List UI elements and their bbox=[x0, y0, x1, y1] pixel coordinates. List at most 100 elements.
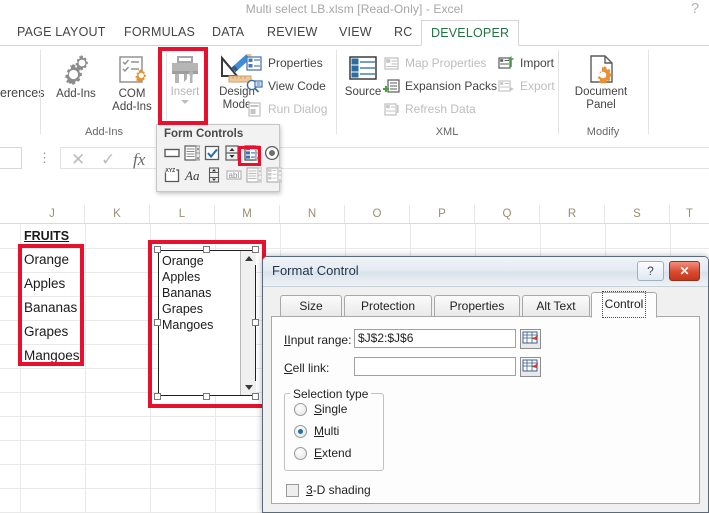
resize-handle-e[interactable] bbox=[252, 319, 259, 326]
scroll-bar-icon[interactable] bbox=[206, 167, 222, 183]
expansion-packs-button[interactable]: Expansion Packs bbox=[383, 77, 497, 96]
svg-text:abl: abl bbox=[229, 171, 240, 180]
multi-radio[interactable] bbox=[294, 425, 307, 438]
tab-rc[interactable]: RC bbox=[385, 20, 421, 46]
col-header-K[interactable]: K bbox=[85, 205, 150, 223]
combo-drop-down-edit-icon[interactable] bbox=[266, 167, 283, 183]
tab-review[interactable]: REVIEW bbox=[258, 20, 327, 46]
col-header-P[interactable]: P bbox=[410, 205, 475, 223]
single-radio-label[interactable]: Single bbox=[314, 402, 347, 416]
cell-J5[interactable]: Grapes bbox=[21, 320, 85, 344]
dialog-title-bar[interactable]: Format Control ? ✕ bbox=[263, 257, 708, 287]
resize-handle-se[interactable] bbox=[252, 393, 259, 400]
col-header-M[interactable]: M bbox=[215, 205, 280, 223]
cell-link-input[interactable] bbox=[354, 357, 516, 376]
dialog-help-button[interactable]: ? bbox=[637, 261, 664, 281]
col-header-R[interactable]: R bbox=[540, 205, 605, 223]
add-ins-button[interactable]: Add-Ins bbox=[48, 54, 104, 101]
three-d-shading-label[interactable]: 3-D shading bbox=[306, 483, 371, 497]
name-box[interactable] bbox=[0, 147, 22, 169]
cell-J3[interactable]: Apples bbox=[21, 272, 85, 296]
dialog-close-button[interactable]: ✕ bbox=[669, 261, 700, 281]
help-icon[interactable]: ? bbox=[687, 1, 703, 17]
window-title: Multi select LB.xlsm [Read-Only] - Excel bbox=[245, 2, 464, 16]
single-radio[interactable] bbox=[294, 403, 307, 416]
cell-J2[interactable]: Orange bbox=[21, 248, 85, 272]
resize-handle-w[interactable] bbox=[154, 319, 161, 326]
input-range-input[interactable]: $J$2:$J$6 bbox=[354, 329, 516, 348]
spin-button-icon[interactable] bbox=[224, 145, 240, 161]
chevron-down-icon[interactable] bbox=[181, 100, 189, 104]
format-control-dialog[interactable]: Format Control ? ✕ Size Protection Prope… bbox=[262, 256, 709, 513]
text-field-icon[interactable]: abl bbox=[226, 167, 242, 183]
dialog-body: Size Protection Properties Alt Text Cont… bbox=[263, 287, 708, 512]
view-code-button[interactable]: View Code bbox=[246, 77, 326, 96]
cancel-icon[interactable]: ✕ bbox=[71, 150, 85, 170]
tab-formulas[interactable]: FORMULAS bbox=[115, 20, 204, 46]
enter-icon[interactable]: ✓ bbox=[101, 150, 115, 170]
tab-data[interactable]: DATA bbox=[203, 20, 253, 46]
tab-page-layout[interactable]: PAGE LAYOUT bbox=[8, 20, 115, 46]
col-header-Q[interactable]: Q bbox=[475, 205, 540, 223]
input-range-picker-button[interactable] bbox=[520, 329, 541, 349]
insert-controls-button[interactable]: Insert bbox=[161, 54, 209, 104]
document-panel-label-2: Panel bbox=[586, 99, 616, 111]
column-header-divider bbox=[0, 223, 709, 224]
tab-developer[interactable]: DEVELOPER bbox=[421, 20, 520, 46]
listbox-item[interactable]: Bananas bbox=[162, 285, 234, 301]
resize-handle-n[interactable] bbox=[203, 246, 210, 253]
col-header-J[interactable]: J bbox=[20, 205, 85, 223]
button-icon[interactable] bbox=[164, 145, 180, 161]
listbox-item[interactable]: Mangoes bbox=[162, 317, 234, 333]
list-box-icon[interactable] bbox=[244, 145, 261, 161]
check-box-icon[interactable] bbox=[204, 145, 220, 161]
listbox-item[interactable]: Grapes bbox=[162, 301, 234, 317]
col-header-O[interactable]: O bbox=[345, 205, 410, 223]
cell-J4[interactable]: Bananas bbox=[21, 296, 85, 320]
listbox-body[interactable]: Orange Apples Bananas Grapes Mangoes bbox=[158, 250, 256, 396]
resize-handle-ne[interactable] bbox=[252, 246, 259, 253]
document-panel-button[interactable]: Document Panel bbox=[569, 54, 633, 112]
combo-list-edit-icon[interactable] bbox=[246, 167, 263, 183]
control-tab-panel: IInput range:Input range: $J$2:$J$6 Cell… bbox=[271, 316, 700, 504]
scroll-up-icon bbox=[245, 256, 253, 261]
dialog-tab-control[interactable]: Control bbox=[591, 291, 657, 318]
listbox-item[interactable]: Orange bbox=[162, 253, 234, 269]
col-header-L[interactable]: L bbox=[150, 205, 215, 223]
three-d-shading-checkbox[interactable] bbox=[286, 484, 299, 497]
ribbon-tab-strip: PAGE LAYOUT FORMULAS DATA REVIEW VIEW RC… bbox=[0, 20, 709, 46]
multi-radio-label[interactable]: Multi bbox=[314, 424, 339, 438]
dialog-tab-properties[interactable]: Properties bbox=[434, 295, 520, 317]
col-header-T[interactable]: T bbox=[670, 205, 709, 223]
combo-box-icon[interactable] bbox=[184, 145, 201, 161]
listbox-form-control[interactable]: Orange Apples Bananas Grapes Mangoes bbox=[152, 244, 262, 402]
scroll-up-button[interactable] bbox=[241, 251, 256, 265]
properties-button[interactable]: Properties bbox=[246, 54, 323, 73]
cell-link-picker-button[interactable] bbox=[520, 357, 541, 377]
cell-J6[interactable]: Mangoes bbox=[21, 344, 85, 368]
dialog-tab-protection[interactable]: Protection bbox=[344, 295, 432, 317]
option-button-icon[interactable] bbox=[264, 145, 280, 161]
extend-radio[interactable] bbox=[294, 447, 307, 460]
extend-radio-label[interactable]: Extend bbox=[314, 446, 351, 460]
listbox-items[interactable]: Orange Apples Bananas Grapes Mangoes bbox=[162, 253, 234, 333]
insert-function-icon[interactable]: fx bbox=[133, 150, 145, 170]
dialog-tab-size[interactable]: Size bbox=[280, 295, 342, 317]
com-add-ins-button[interactable]: COM Add-Ins bbox=[104, 54, 160, 114]
listbox-item[interactable]: Apples bbox=[162, 269, 234, 285]
label-icon[interactable]: Aa bbox=[184, 167, 202, 183]
import-button[interactable]: Import bbox=[498, 54, 554, 73]
run-dialog-label: Run Dialog bbox=[268, 102, 328, 116]
expand-formula-bar-handle[interactable]: ⋮ bbox=[38, 151, 51, 165]
col-header-S[interactable]: S bbox=[605, 205, 670, 223]
dialog-tab-alt-text[interactable]: Alt Text bbox=[522, 295, 590, 317]
source-button[interactable]: Source bbox=[339, 54, 387, 99]
resize-handle-s[interactable] bbox=[203, 393, 210, 400]
cell-J1[interactable]: FRUITS bbox=[21, 224, 85, 248]
dialog-tab-control-label: Control bbox=[601, 291, 647, 318]
resize-handle-nw[interactable] bbox=[154, 246, 161, 253]
tab-view[interactable]: VIEW bbox=[330, 20, 381, 46]
resize-handle-sw[interactable] bbox=[154, 393, 161, 400]
group-box-icon[interactable]: XYZ XYZ bbox=[164, 167, 180, 183]
col-header-N[interactable]: N bbox=[280, 205, 345, 223]
